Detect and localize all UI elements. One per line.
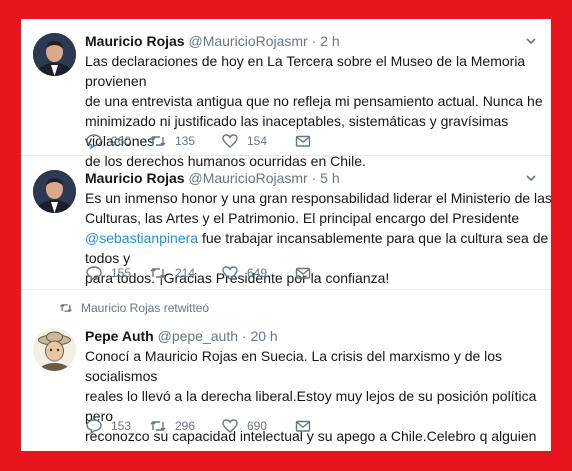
author-handle[interactable]: @pepe_auth	[158, 328, 238, 344]
retweet-count: 135	[175, 134, 196, 148]
separator-dot: ·	[311, 33, 317, 49]
tweet-header: Pepe Auth @pepe_auth · 20 h	[85, 327, 278, 345]
tweet[interactable]: Mauricio Rojas retwitteó Pepe Auth @pepe…	[21, 290, 551, 451]
direct-message-button[interactable]	[294, 263, 312, 283]
retweet-button[interactable]: 214	[149, 263, 195, 283]
heart-icon	[222, 134, 238, 148]
author-name[interactable]: Mauricio Rojas	[85, 170, 185, 186]
avatar[interactable]	[33, 170, 76, 213]
retweeted-by[interactable]: Mauricio Rojas retwitteó	[59, 301, 209, 315]
author-name[interactable]: Pepe Auth	[85, 328, 154, 344]
direct-message-button[interactable]	[294, 131, 312, 151]
reply-icon	[86, 419, 102, 435]
reply-icon	[86, 266, 102, 282]
avatar[interactable]	[33, 328, 76, 371]
retweet-button[interactable]: 135	[149, 131, 195, 151]
envelope-icon	[295, 267, 311, 279]
like-button[interactable]: 154	[221, 131, 267, 151]
tweet-text: Las declaraciones de hoy en La Tercera s…	[85, 53, 543, 169]
reply-button[interactable]: 260	[85, 131, 131, 151]
tweet-time[interactable]: 20 h	[250, 328, 277, 344]
like-button[interactable]: 649	[221, 263, 267, 283]
reply-icon	[86, 134, 102, 150]
chevron-down-icon[interactable]	[525, 35, 537, 47]
envelope-icon	[295, 135, 311, 147]
separator-dot: ·	[311, 170, 317, 186]
tweet[interactable]: Mauricio Rojas @MauricioRojasmr · 5 h Es…	[21, 156, 551, 290]
like-button[interactable]: 690	[221, 416, 267, 436]
author-handle[interactable]: @MauricioRojasmr	[188, 33, 307, 49]
retweet-icon	[60, 304, 72, 312]
retweet-count: 214	[175, 266, 196, 280]
heart-icon	[222, 266, 238, 280]
retweet-icon	[150, 268, 166, 278]
retweet-button[interactable]: 296	[149, 416, 195, 436]
tweet-time[interactable]: 5 h	[320, 170, 339, 186]
reply-count: 260	[111, 134, 132, 148]
like-count: 690	[247, 419, 268, 433]
chevron-down-icon[interactable]	[525, 172, 537, 184]
timeline: Mauricio Rojas @MauricioRojasmr · 2 h La…	[21, 19, 551, 451]
like-count: 649	[247, 266, 268, 280]
reply-count: 153	[111, 419, 132, 433]
tweet[interactable]: Mauricio Rojas @MauricioRojasmr · 2 h La…	[21, 19, 551, 169]
avatar[interactable]	[33, 33, 76, 76]
mention-link[interactable]: @sebastianpinera	[85, 230, 198, 246]
envelope-icon	[295, 420, 311, 432]
retweet-icon	[150, 136, 166, 146]
like-count: 154	[247, 134, 268, 148]
tweet-header: Mauricio Rojas @MauricioRojasmr · 2 h	[85, 32, 340, 50]
tweet-text-part: Es un inmenso honor y una gran responsab…	[85, 190, 551, 226]
author-handle[interactable]: @MauricioRojasmr	[188, 170, 307, 186]
retweet-icon	[150, 421, 166, 431]
tweet-header: Mauricio Rojas @MauricioRojasmr · 5 h	[85, 169, 340, 187]
separator-dot: ·	[241, 328, 247, 344]
author-name[interactable]: Mauricio Rojas	[85, 33, 185, 49]
reply-button[interactable]: 155	[85, 263, 131, 283]
retweeted-by-label: Mauricio Rojas retwitteó	[81, 301, 210, 315]
tweet-time[interactable]: 2 h	[320, 33, 339, 49]
retweet-count: 296	[175, 419, 196, 433]
reply-button[interactable]: 153	[85, 416, 131, 436]
reply-count: 155	[111, 266, 132, 280]
heart-icon	[222, 419, 238, 433]
direct-message-button[interactable]	[294, 416, 312, 436]
